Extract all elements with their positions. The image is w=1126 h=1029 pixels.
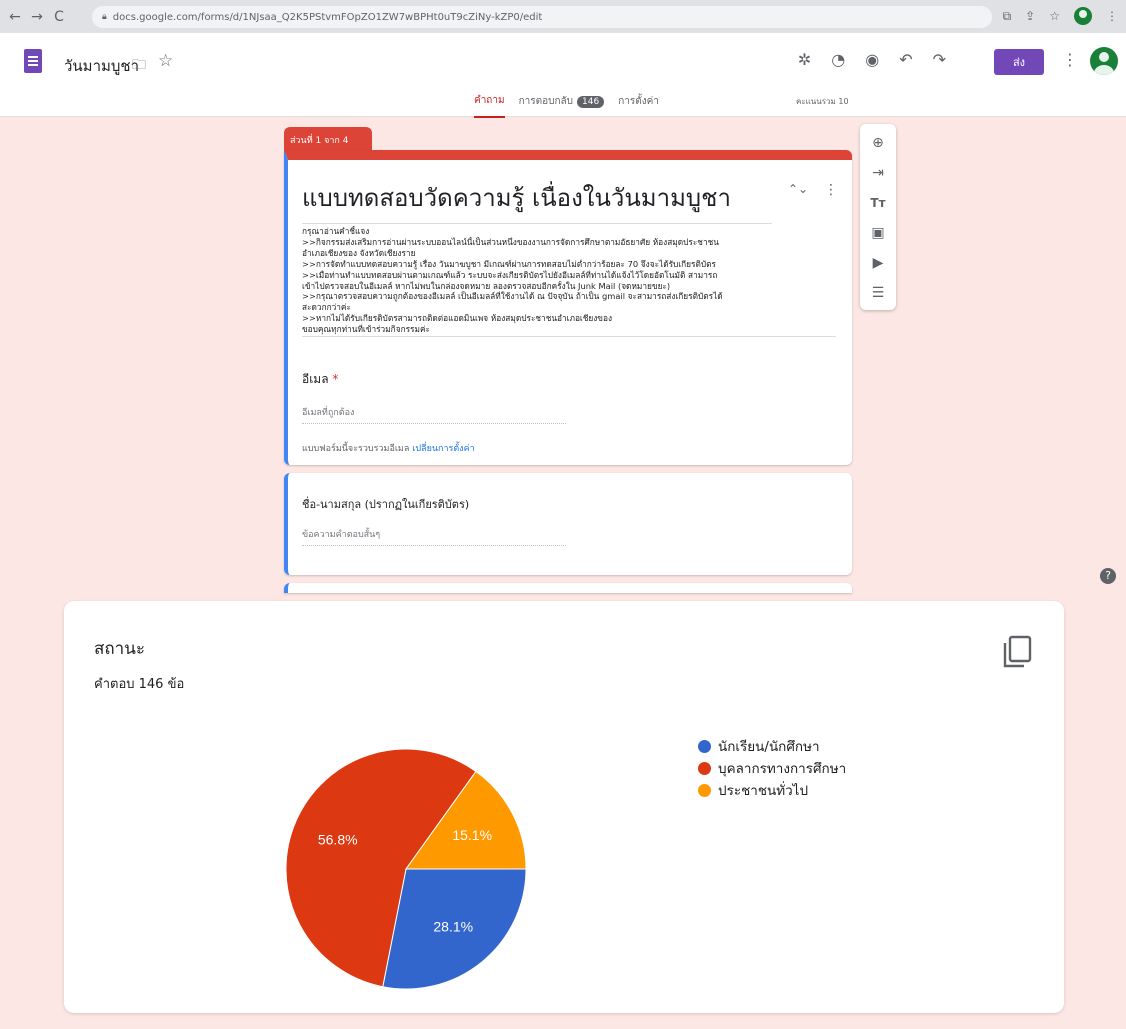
email-field[interactable]: อีเมลที่ถูกต้อง — [302, 405, 566, 424]
undo-icon[interactable]: ↶ — [899, 50, 912, 69]
forms-header: วันมามบูชา 🗀 ☆ ✲ ◔ ◉ ↶ ↷ ส่ง ⋮ คำถาม การ… — [0, 33, 1126, 118]
question-card-name[interactable]: ชื่อ-นามสกุล (ปรากฏในเกียรติบัตร) ข้อควา… — [284, 473, 852, 575]
browser-menu-icon[interactable]: ⋮ — [1106, 9, 1118, 23]
back-arrow-icon[interactable]: ← — [4, 9, 26, 25]
description-line: >>หากไม่ได้รับเกียรติบัตรสามารถติดต่อแอด… — [302, 313, 613, 324]
description-line: อำเภอเชียงของ จังหวัดเชียงราย — [302, 247, 416, 258]
preview-eye-icon[interactable]: ◉ — [865, 50, 879, 69]
legend-item[interactable]: บุคลากรทางการศึกษา — [698, 757, 846, 779]
tab-questions[interactable]: คำถาม — [474, 93, 505, 118]
description-line: >>เมื่อท่านทำแบบทดสอบผ่านตามเกณฑ์แล้ว ระ… — [302, 269, 718, 280]
short-answer-field[interactable]: ข้อความคำตอบสั้นๆ — [302, 527, 566, 546]
copy-chart-icon[interactable] — [1002, 635, 1032, 669]
folder-icon[interactable]: 🗀 — [132, 54, 146, 78]
legend-swatch — [698, 783, 711, 797]
add-question-icon[interactable]: ⊕ — [872, 134, 884, 152]
email-question-label: อีเมล * — [302, 372, 339, 386]
more-options-icon[interactable]: ⋮ — [1062, 50, 1078, 69]
collect-email-note: แบบฟอร์มนี้จะรวบรวมอีเมล เปลี่ยนการตั้งค… — [302, 444, 475, 454]
required-asterisk: * — [332, 372, 339, 386]
chart-legend: นักเรียน/นักศึกษาบุคลากรทางการศึกษาประชา… — [698, 735, 846, 801]
addons-puzzle-icon[interactable]: ✲ — [798, 50, 811, 69]
legend-swatch — [698, 739, 711, 753]
summary-response-count: คำตอบ 146 ข้อ — [94, 677, 185, 692]
legend-item[interactable]: ประชาชนทั่วไป — [698, 779, 846, 801]
question-card-next[interactable] — [284, 583, 852, 593]
legend-label: ประชาชนทั่วไป — [718, 783, 809, 799]
response-summary-card: สถานะ คำตอบ 146 ข้อ 28.1% 56.8% 15.1% นักเ… — [64, 601, 1064, 1013]
summary-question-title: สถานะ — [94, 639, 145, 659]
profile-avatar[interactable] — [1074, 7, 1092, 25]
description-line: >>กิจกรรมส่งเสริมการอ่านผ่านระบบออนไลน์น… — [302, 236, 719, 247]
palette-icon[interactable]: ◔ — [831, 50, 845, 69]
add-title-icon[interactable]: Tт — [870, 194, 885, 212]
translate-icon[interactable]: ⧉ — [1003, 9, 1012, 24]
send-button[interactable]: ส่ง — [994, 49, 1044, 75]
tab-settings[interactable]: การตั้งค่า — [618, 94, 659, 117]
pie-slice-label: 15.1% — [452, 827, 492, 843]
add-image-icon[interactable]: ▣ — [871, 224, 884, 242]
bookmark-star-icon[interactable]: ☆ — [1049, 9, 1060, 23]
doc-title[interactable]: วันมามบูชา — [64, 54, 139, 78]
pie-slice-label: 28.1% — [433, 918, 473, 934]
legend-swatch — [698, 761, 711, 775]
address-bar[interactable]: 🔒︎ docs.google.com/forms/d/1NJsaa_Q2K5PS… — [92, 6, 992, 28]
floating-toolbar: ⊕ ⇥ Tт ▣ ▶ ☰ — [860, 124, 896, 310]
browser-toolbar: ← → C 🔒︎ docs.google.com/forms/d/1NJsaa_… — [0, 0, 1126, 33]
form-tabs: คำถาม การตอบกลับ 146 การตั้งค่า — [474, 93, 659, 118]
description-line: >>กรุณาตรวจสอบความถูกต้องของอีเมลล์ เป็น… — [302, 291, 723, 302]
description-line: ขอบคุณทุกท่านที่เข้าร่วมกิจกรรมค่ะ — [302, 324, 430, 335]
forward-arrow-icon[interactable]: → — [26, 9, 48, 25]
description-line: เข้าไปตรวจสอบในอีเมลล์ หากไม่พบในกล่องจด… — [302, 280, 671, 291]
legend-item[interactable]: นักเรียน/นักศึกษา — [698, 735, 846, 757]
google-forms-logo-icon[interactable] — [24, 49, 42, 73]
responses-count-badge: 146 — [577, 95, 605, 108]
share-icon[interactable]: ⇪ — [1025, 9, 1035, 23]
url-text: docs.google.com/forms/d/1NJsaa_Q2K5PStvm… — [112, 11, 543, 23]
add-section-icon[interactable]: ☰ — [872, 284, 885, 302]
section-more-icon[interactable]: ⋮ — [824, 182, 838, 198]
pie-slice-label: 56.8% — [318, 831, 358, 847]
lock-icon: 🔒︎ — [102, 12, 107, 22]
form-title-card[interactable]: แบบทดสอบวัดความรู้ เนื่องในวันมามบูชา ⌃⌄… — [284, 150, 852, 465]
star-icon[interactable]: ☆ — [158, 51, 173, 71]
collapse-section-icon[interactable]: ⌃⌄ — [788, 182, 808, 196]
tab-responses[interactable]: การตอบกลับ 146 — [519, 94, 605, 117]
description-line: สะดวกกว่าค่ะ — [302, 302, 351, 313]
reload-icon[interactable]: C — [48, 9, 70, 25]
import-questions-icon[interactable]: ⇥ — [872, 164, 884, 182]
description-line: >>การจัดทำแบบทดสอบความรู้ เรื่อง วันมาฆบ… — [302, 258, 716, 269]
pie-chart: 28.1% 56.8% 15.1% — [285, 748, 527, 990]
legend-label: นักเรียน/นักศึกษา — [718, 739, 820, 755]
legend-label: บุคลากรทางการศึกษา — [718, 761, 847, 777]
form-title[interactable]: แบบทดสอบวัดความรู้ เนื่องในวันมามบูชา — [302, 178, 772, 224]
change-settings-link[interactable]: เปลี่ยนการตั้งค่า — [412, 444, 474, 454]
description-line: กรุณาอ่านคำชี้แจง — [302, 226, 370, 236]
total-points: คะแนนรวม 10 — [796, 97, 849, 106]
question-label: ชื่อ-นามสกุล (ปรากฏในเกียรติบัตร) — [302, 498, 470, 511]
redo-icon[interactable]: ↷ — [933, 50, 946, 69]
user-avatar[interactable] — [1090, 47, 1118, 75]
add-video-icon[interactable]: ▶ — [873, 254, 884, 272]
form-description[interactable]: กรุณาอ่านคำชี้แจง >>กิจกรรมส่งเสริมการอ่… — [302, 226, 836, 338]
help-icon[interactable]: ? — [1100, 568, 1116, 584]
